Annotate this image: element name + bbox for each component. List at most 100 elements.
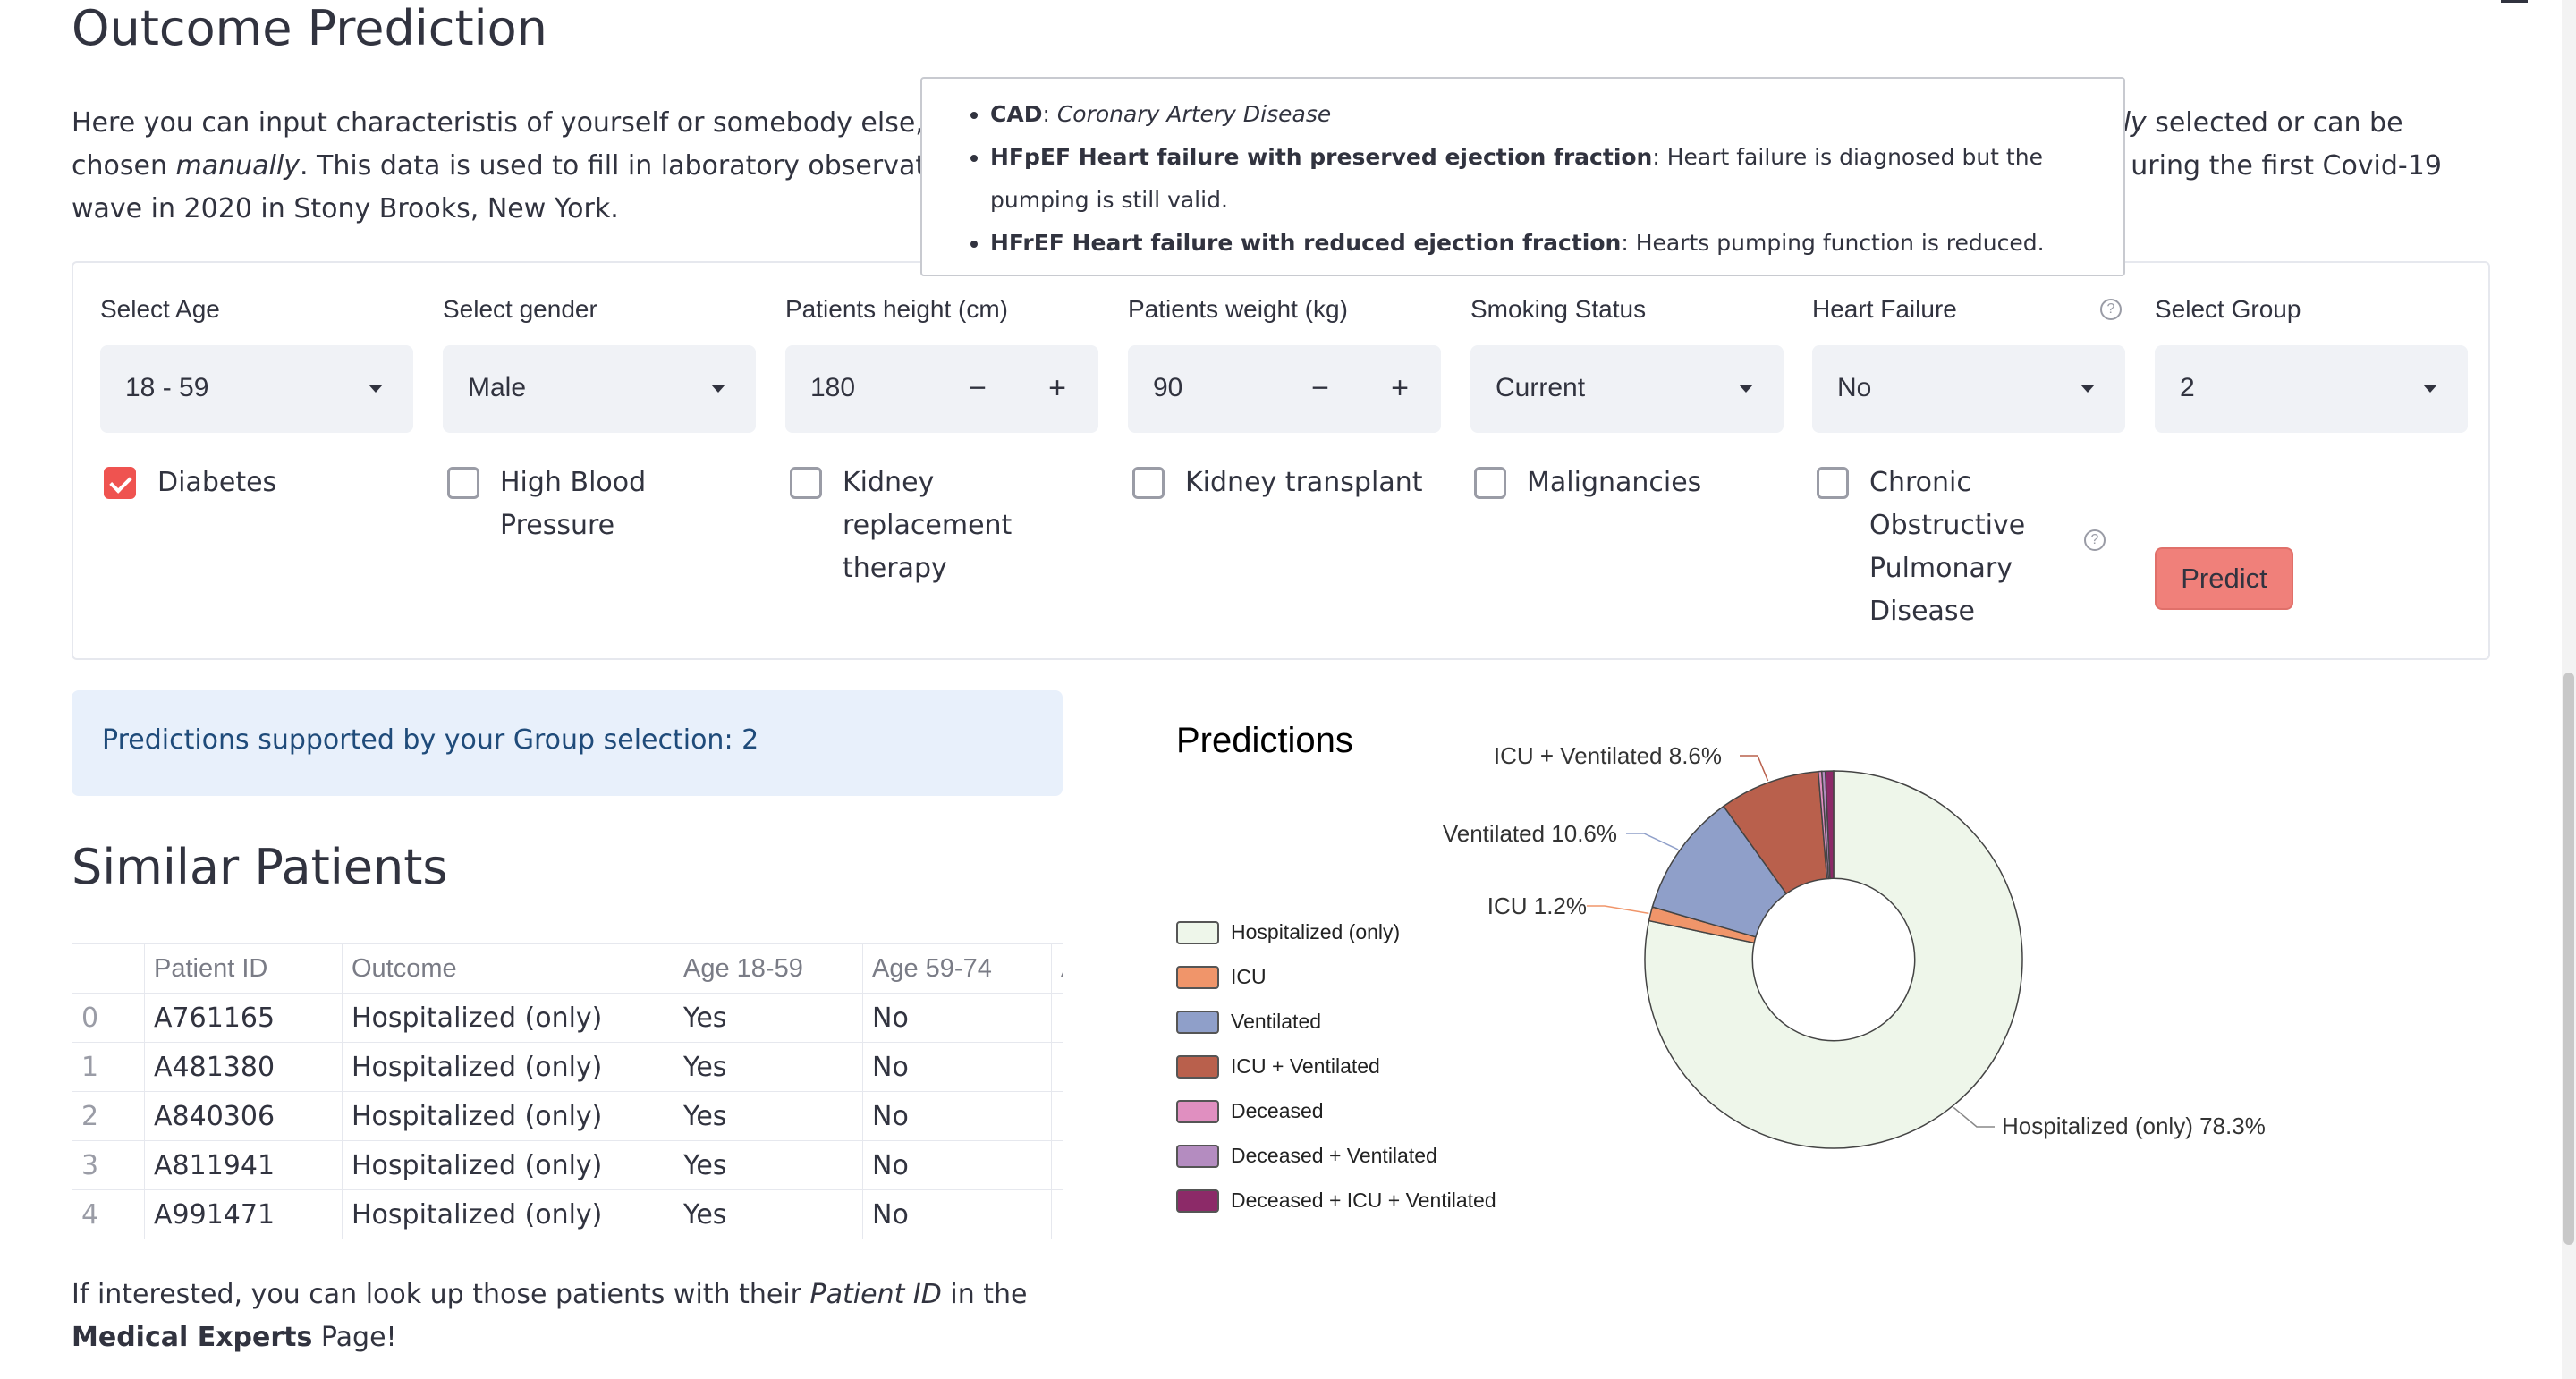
predict-button[interactable]: Predict [2155, 547, 2293, 610]
gender-label: Select gender [443, 295, 597, 323]
label-leader-line [1953, 1106, 1995, 1128]
table-cell: No [1051, 1140, 1063, 1190]
column-header[interactable]: Age 74 [1051, 943, 1063, 994]
group-info-text: Predictions supported by your Group sele… [102, 724, 759, 756]
legend-label[interactable]: Hospitalized (only) [1231, 920, 1400, 944]
column-header[interactable]: Age 59-74 [862, 943, 1052, 994]
row-index: 4 [72, 1189, 145, 1239]
table-row[interactable]: 1A481380Hospitalized (only)YesNoNo [72, 1042, 1063, 1092]
heart-failure-select[interactable]: No [1812, 345, 2125, 433]
gender-select[interactable]: Male [443, 345, 756, 433]
diabetes-checkbox[interactable] [104, 467, 136, 499]
tooltip-term: HFpEF Heart failure with preserved eject… [990, 144, 1653, 170]
help-icon[interactable]: ? [2084, 529, 2106, 551]
table-cell: Hospitalized (only) [342, 1091, 674, 1141]
tooltip-item-cad: CAD: Coronary Artery Disease [990, 93, 2102, 136]
table-row[interactable]: 3A811941Hospitalized (only)YesNoNo [72, 1140, 1063, 1190]
smoking-select-value: Current [1496, 373, 1586, 402]
column-header[interactable]: Outcome [342, 943, 674, 994]
menu-icon[interactable] [2501, 0, 2528, 3]
weight-decrement-button[interactable]: − [1298, 367, 1343, 411]
height-value[interactable]: 180 [810, 373, 855, 403]
label-line: Disease [1869, 596, 1975, 627]
column-header[interactable] [72, 943, 145, 994]
age-select[interactable]: 18 - 59 [100, 345, 413, 433]
label-line: Kidney [843, 467, 935, 498]
table-cell: Hospitalized (only) [342, 1140, 674, 1190]
table-cell: Yes [674, 1140, 863, 1190]
table-cell: No [862, 1140, 1052, 1190]
label-line: replacement [843, 510, 1013, 541]
chevron-down-icon [369, 385, 383, 393]
column-header[interactable]: Age 18-59 [674, 943, 863, 994]
intro-text-5: manually [175, 150, 300, 182]
label-line: High Blood [500, 467, 647, 498]
table-cell: A481380 [144, 1042, 343, 1092]
chevron-down-icon [711, 385, 725, 393]
legend-swatch[interactable] [1176, 1100, 1219, 1123]
similar-patients-heading: Similar Patients [72, 839, 448, 895]
label-leader-line [1740, 755, 1769, 782]
weight-value[interactable]: 90 [1153, 373, 1182, 403]
legend-swatch[interactable] [1176, 1145, 1219, 1168]
smoking-label: Smoking Status [1470, 295, 1647, 323]
tooltip-term: CAD [990, 101, 1043, 127]
copd-checkbox[interactable] [1817, 467, 1849, 499]
table-cell: No [1051, 1042, 1063, 1092]
high-blood-pressure-checkbox-label: High Blood Pressure [500, 461, 646, 547]
legend-label[interactable]: ICU [1231, 965, 1267, 989]
age-label: Select Age [100, 295, 220, 323]
table-row[interactable]: 4A991471Hospitalized (only)YesNoNo [72, 1189, 1063, 1239]
tooltip-term: HFrEF Heart failure with reduced ejectio… [990, 230, 1622, 256]
footnote-text: If interested, you can look up those pat… [72, 1273, 1073, 1359]
legend-label[interactable]: Deceased + Ventilated [1231, 1144, 1437, 1168]
height-number-input[interactable]: 180 − + [785, 345, 1098, 433]
scrollbar-thumb[interactable] [2563, 673, 2574, 1245]
kidney-transplant-checkbox[interactable] [1132, 467, 1165, 499]
footnote-part: If interested, you can look up those pat… [72, 1279, 810, 1310]
tooltip-def: : Hearts pumping function is reduced. [1621, 230, 2045, 256]
legend-label[interactable]: Deceased [1231, 1099, 1324, 1123]
legend-swatch[interactable] [1176, 921, 1219, 944]
table-row[interactable]: 0A761165Hospitalized (only)YesNoNo [72, 993, 1063, 1043]
table-header-row: Patient IDOutcomeAge 18-59Age 59-74Age 7… [72, 943, 1063, 994]
legend-swatch[interactable] [1176, 966, 1219, 989]
gender-select-value: Male [468, 373, 527, 402]
column-header[interactable]: Patient ID [144, 943, 343, 994]
kidney-replacement-therapy-checkbox-label: Kidney replacement therapy [843, 461, 1012, 590]
table-row[interactable]: 2A840306Hospitalized (only)YesNoNo [72, 1091, 1063, 1141]
label-leader-line [1587, 905, 1649, 915]
legend-label[interactable]: Ventilated [1231, 1010, 1321, 1034]
label-line: Obstructive [1869, 510, 2026, 541]
weight-increment-button[interactable]: + [1377, 367, 1422, 411]
height-increment-button[interactable]: + [1035, 367, 1080, 411]
help-icon[interactable]: ? [2100, 299, 2122, 320]
group-select[interactable]: 2 [2155, 345, 2468, 433]
malignancies-checkbox[interactable] [1474, 467, 1506, 499]
chevron-down-icon [2080, 385, 2095, 393]
tooltip-item-hfref: HFrEF Heart failure with reduced ejectio… [990, 222, 2102, 265]
label-line: Chronic [1869, 467, 1971, 498]
footnote-part: Medical Experts [72, 1322, 313, 1353]
height-decrement-button[interactable]: − [955, 367, 1000, 411]
chevron-down-icon [2423, 385, 2437, 393]
similar-patients-table[interactable]: Patient IDOutcomeAge 18-59Age 59-74Age 7… [72, 943, 1063, 1248]
table-cell: Yes [674, 1091, 863, 1141]
malignancies-checkbox-label: Malignancies [1527, 467, 1702, 498]
label-line: Pulmonary [1869, 553, 2012, 584]
legend-swatch[interactable] [1176, 1189, 1219, 1213]
legend-label[interactable]: ICU + Ventilated [1231, 1054, 1380, 1079]
label-line: therapy [843, 553, 947, 584]
legend-swatch[interactable] [1176, 1055, 1219, 1079]
smoking-select[interactable]: Current [1470, 345, 1784, 433]
legend-swatch[interactable] [1176, 1011, 1219, 1034]
chart-title: Predictions [1176, 721, 1353, 760]
row-index: 1 [72, 1042, 145, 1092]
kidney-replacement-therapy-checkbox[interactable] [790, 467, 822, 499]
weight-number-input[interactable]: 90 − + [1128, 345, 1441, 433]
slice-label: Ventilated 10.6% [1443, 820, 1617, 847]
label-line: Pressure [500, 510, 615, 541]
high-blood-pressure-checkbox[interactable] [447, 467, 479, 499]
table-body: 0A761165Hospitalized (only)YesNoNo1A4813… [72, 993, 1063, 1239]
table-cell: Yes [674, 993, 863, 1043]
